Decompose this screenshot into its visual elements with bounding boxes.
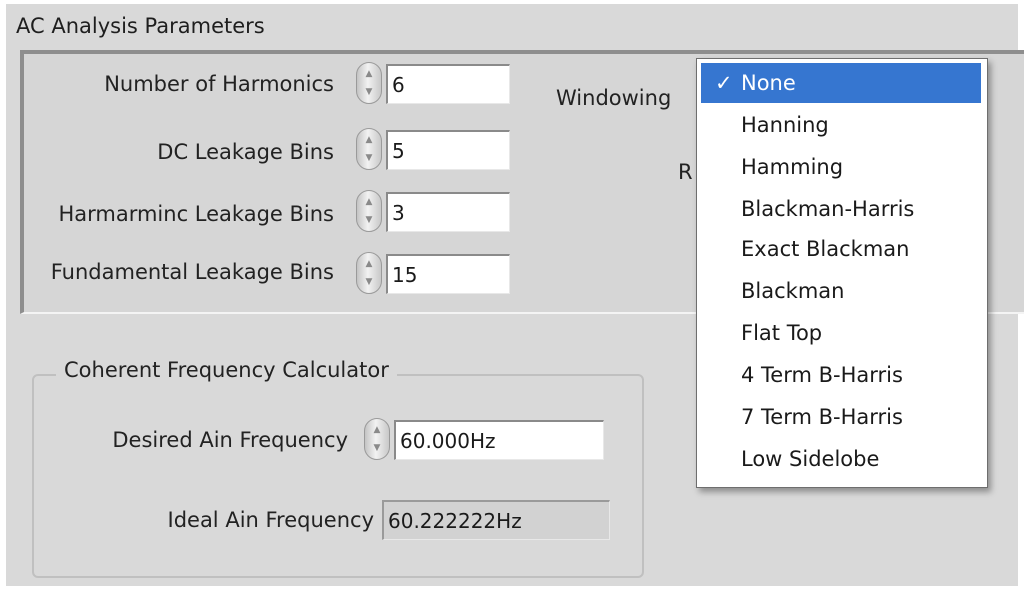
partially-hidden-label: R bbox=[678, 160, 693, 184]
windowing-option-blackman[interactable]: Blackman bbox=[701, 271, 981, 311]
decrement-icon[interactable]: ▼ bbox=[365, 443, 389, 453]
increment-icon[interactable]: ▲ bbox=[357, 259, 381, 269]
fundamental-leakage-bins-label: Fundamental Leakage Bins bbox=[50, 260, 334, 284]
option-label: Exact Blackman bbox=[741, 237, 910, 261]
panel-title: AC Analysis Parameters bbox=[16, 14, 265, 38]
dc-leakage-bins-spinner[interactable]: ▲ ▼ bbox=[356, 128, 382, 170]
harmonic-leakage-bins-label: Harmarminc Leakage Bins bbox=[58, 202, 334, 226]
number-of-harmonics-spinner[interactable]: ▲ ▼ bbox=[356, 62, 382, 104]
windowing-option-exact-blackman[interactable]: Exact Blackman bbox=[701, 229, 981, 269]
harmonic-leakage-bins-spinner[interactable]: ▲ ▼ bbox=[356, 190, 382, 232]
increment-icon[interactable]: ▲ bbox=[357, 197, 381, 207]
fundamental-leakage-bins-input[interactable]: 15 bbox=[386, 254, 510, 294]
number-of-harmonics-input[interactable]: 6 bbox=[386, 64, 510, 104]
option-label: Low Sidelobe bbox=[741, 447, 880, 471]
decrement-icon[interactable]: ▼ bbox=[357, 87, 381, 97]
windowing-option-hanning[interactable]: Hanning bbox=[701, 105, 981, 145]
coherent-frequency-title: Coherent Frequency Calculator bbox=[56, 358, 397, 382]
dc-leakage-bins-label: DC Leakage Bins bbox=[157, 140, 334, 164]
desired-ain-frequency-input[interactable]: 60.000Hz bbox=[394, 420, 604, 460]
windowing-option-blackman-harris[interactable]: Blackman-Harris bbox=[701, 189, 981, 229]
decrement-icon[interactable]: ▼ bbox=[357, 153, 381, 163]
desired-ain-frequency-label: Desired Ain Frequency bbox=[112, 428, 348, 452]
windowing-option-7-term-b-harris[interactable]: 7 Term B-Harris bbox=[701, 397, 981, 437]
option-label: Flat Top bbox=[741, 321, 823, 345]
harmonic-leakage-bins-input[interactable]: 3 bbox=[386, 192, 510, 232]
desired-ain-frequency-spinner[interactable]: ▲ ▼ bbox=[364, 418, 390, 460]
checkmark-icon: ✓ bbox=[715, 71, 733, 95]
increment-icon[interactable]: ▲ bbox=[357, 135, 381, 145]
option-label: Blackman-Harris bbox=[741, 197, 915, 221]
windowing-option-flat-top[interactable]: Flat Top bbox=[701, 313, 981, 353]
ideal-ain-frequency-label: Ideal Ain Frequency bbox=[167, 508, 375, 532]
option-label: 7 Term B-Harris bbox=[741, 405, 903, 429]
decrement-icon[interactable]: ▼ bbox=[357, 277, 381, 287]
decrement-icon[interactable]: ▼ bbox=[357, 215, 381, 225]
option-label: Hamming bbox=[741, 155, 844, 179]
option-label: Hanning bbox=[741, 113, 829, 137]
option-label: None bbox=[741, 71, 796, 95]
windowing-dropdown-menu[interactable]: ✓ None Hanning Hamming Blackman-Harris E… bbox=[696, 58, 988, 488]
number-of-harmonics-label: Number of Harmonics bbox=[104, 72, 334, 96]
increment-icon[interactable]: ▲ bbox=[357, 69, 381, 79]
ideal-ain-frequency-display: 60.222222Hz bbox=[382, 500, 610, 540]
windowing-option-4-term-b-harris[interactable]: 4 Term B-Harris bbox=[701, 355, 981, 395]
coherent-frequency-group bbox=[32, 374, 644, 578]
windowing-option-low-sidelobe[interactable]: Low Sidelobe bbox=[701, 439, 981, 479]
option-label: 4 Term B-Harris bbox=[741, 363, 903, 387]
increment-icon[interactable]: ▲ bbox=[365, 425, 389, 435]
dc-leakage-bins-input[interactable]: 5 bbox=[386, 130, 510, 170]
option-label: Blackman bbox=[741, 279, 845, 303]
fundamental-leakage-bins-spinner[interactable]: ▲ ▼ bbox=[356, 252, 382, 294]
windowing-option-none[interactable]: ✓ None bbox=[701, 63, 981, 103]
windowing-option-hamming[interactable]: Hamming bbox=[701, 147, 981, 187]
windowing-label: Windowing bbox=[556, 86, 672, 110]
